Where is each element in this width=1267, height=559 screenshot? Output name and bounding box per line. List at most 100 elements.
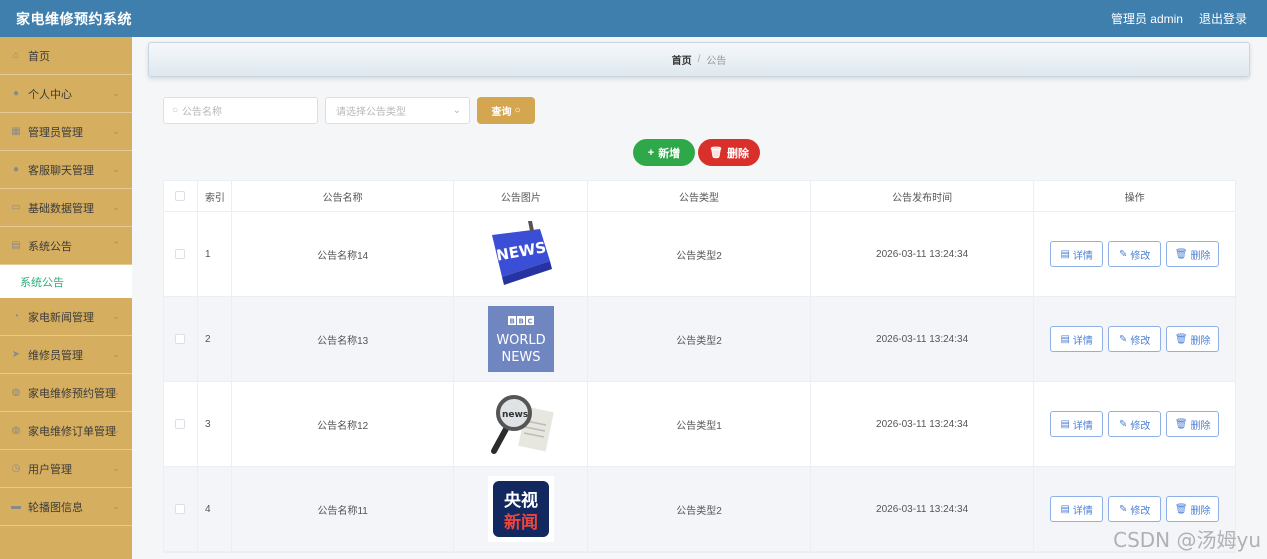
detail-button[interactable]: ▤ 详情 (1050, 241, 1104, 267)
sidebar-item-basedata[interactable]: ▭ 基础数据管理 ⌄ (0, 189, 132, 227)
trash-icon: 🗑 (1174, 333, 1188, 345)
sidebar-item-appointment[interactable]: ◍ 家电维修预约管理 ⌄ (0, 374, 132, 412)
row-name: 公告名称13 (232, 297, 455, 381)
top-right-nav: 管理员 admin 退出登录 (1111, 10, 1247, 27)
sidebar-item-order[interactable]: ◍ 家电维修订单管理 ⌄ (0, 412, 132, 450)
sidebar-item-notice[interactable]: ▤ 系统公告 ⌃ (0, 227, 132, 265)
detail-button[interactable]: ▤ 详情 (1050, 326, 1104, 352)
row-name: 公告名称11 (232, 467, 455, 551)
notice-name-input[interactable]: ○ 公告名称 (163, 97, 318, 124)
bbc-world-news-image: B B C WORLD NEWS (487, 306, 554, 372)
chevron-down-icon: ⌄ (112, 88, 120, 98)
sidebar-item-admin[interactable]: ▦ 管理员管理 ⌄ (0, 113, 132, 151)
delete-label: 删除 (1190, 505, 1211, 517)
header-image: 公告图片 (454, 181, 589, 211)
logout-link[interactable]: 退出登录 (1199, 10, 1247, 27)
detail-button[interactable]: ▤ 详情 (1050, 496, 1104, 522)
svg-text:C: C (527, 318, 532, 326)
admin-user-link[interactable]: 管理员 admin (1111, 10, 1183, 27)
row-time: 2026-03-11 13:24:34 (811, 297, 1035, 381)
trash-icon: 🗑 (1174, 503, 1188, 515)
row-checkbox[interactable] (175, 249, 186, 259)
magnifier-news-image: news (487, 391, 554, 457)
row-checkbox-cell (164, 382, 198, 466)
chevron-down-icon: ⌄ (112, 311, 120, 321)
repairman-icon: ➤ (11, 349, 21, 360)
pencil-icon: ✎ (1118, 503, 1128, 515)
notice-name-placeholder: 公告名称 (182, 107, 223, 118)
search-bar: ○ 公告名称 请选择公告类型 ⌄ 查询 ○ (163, 97, 535, 124)
cctv-news-image: 央视 新闻 (487, 476, 554, 542)
chevron-down-icon: ⌄ (112, 164, 120, 174)
table-row: 1 公告名称14 NEWS 公告类型2 2026-03-11 13:24:34 … (164, 212, 1235, 297)
row-type: 公告类型2 (588, 297, 811, 381)
header-name: 公告名称 (232, 181, 455, 211)
sidebar-item-label: 首页 (28, 50, 50, 63)
svg-text:B: B (509, 318, 514, 326)
chevron-down-icon: ⌄ (112, 349, 120, 359)
sidebar-item-carousel[interactable]: ▬ 轮播图信息 ⌄ (0, 488, 132, 526)
table-row: 3 公告名称12 news 公告类型1 2026-03-11 13:24:34 … (164, 382, 1235, 467)
chevron-down-icon: ⌄ (112, 463, 120, 473)
row-image-cell: B B C WORLD NEWS (454, 297, 589, 381)
row-ops: ▤ 详情 ✎ 修改 🗑 删除 (1034, 297, 1235, 381)
delete-button[interactable]: 🗑 删除 (1166, 496, 1220, 522)
trash-icon: 🗑 (1174, 248, 1188, 260)
detail-label: 详情 (1072, 420, 1093, 432)
chevron-down-icon: ⌄ (112, 425, 120, 435)
batch-delete-button[interactable]: 🗑 删除 (698, 139, 760, 166)
edit-button[interactable]: ✎ 修改 (1108, 411, 1162, 437)
action-bar: + 新增 🗑 删除 (633, 139, 760, 166)
header-index: 索引 (198, 181, 232, 211)
breadcrumb: 首页 / 公告 (148, 42, 1250, 77)
add-label: 新增 (658, 147, 681, 160)
sidebar-item-users[interactable]: ◷ 用户管理 ⌄ (0, 450, 132, 488)
notice-table: 索引 公告名称 公告图片 公告类型 公告发布时间 操作 1 公告名称14 NEW… (163, 180, 1236, 553)
sidebar-item-news[interactable]: ◔ 家电新闻管理 ⌄ (0, 298, 132, 336)
row-checkbox-cell (164, 467, 198, 551)
query-button[interactable]: 查询 ○ (477, 97, 535, 124)
row-image-cell: news (454, 382, 589, 466)
document-icon: ▤ (1060, 503, 1070, 515)
edit-button[interactable]: ✎ 修改 (1108, 241, 1162, 267)
sidebar-item-chat[interactable]: ● 客服聊天管理 ⌄ (0, 151, 132, 189)
edit-button[interactable]: ✎ 修改 (1108, 496, 1162, 522)
data-icon: ▭ (11, 202, 21, 213)
row-checkbox[interactable] (175, 419, 186, 429)
row-checkbox-cell (164, 212, 198, 296)
detail-button[interactable]: ▤ 详情 (1050, 411, 1104, 437)
sidebar-item-home[interactable]: ⌂ 首页 (0, 37, 132, 75)
sidebar-item-label: 系统公告 (28, 240, 72, 253)
delete-button[interactable]: 🗑 删除 (1166, 241, 1220, 267)
pencil-icon: ✎ (1118, 418, 1128, 430)
table-row: 4 公告名称11 央视 新闻 公告类型2 2026-03-11 13:24:34… (164, 467, 1235, 552)
sidebar-item-profile[interactable]: ● 个人中心 ⌄ (0, 75, 132, 113)
search-icon: ○ (172, 105, 179, 116)
delete-button[interactable]: 🗑 删除 (1166, 326, 1220, 352)
row-index: 2 (198, 297, 232, 381)
sidebar-item-label: 家电新闻管理 (28, 311, 94, 324)
row-checkbox[interactable] (175, 504, 186, 514)
select-all-checkbox[interactable] (175, 191, 186, 201)
delete-button[interactable]: 🗑 删除 (1166, 411, 1220, 437)
query-label: 查询 (491, 107, 512, 118)
row-checkbox-cell (164, 297, 198, 381)
sidebar-item-label: 家电维修预约管理 (28, 387, 116, 400)
breadcrumb-home[interactable]: 首页 (672, 52, 692, 67)
sidebar-subitem-notice[interactable]: 系统公告 (0, 265, 132, 298)
notice-type-select[interactable]: 请选择公告类型 ⌄ (325, 97, 470, 124)
add-button[interactable]: + 新增 (633, 139, 695, 166)
chevron-up-icon: ⌃ (112, 240, 120, 250)
chevron-down-icon: ⌄ (112, 501, 120, 511)
detail-label: 详情 (1072, 250, 1093, 262)
delete-label: 删除 (1190, 250, 1211, 262)
edit-button[interactable]: ✎ 修改 (1108, 326, 1162, 352)
chat-icon: ● (12, 164, 20, 175)
delete-label: 删除 (1190, 335, 1211, 347)
breadcrumb-separator: / (697, 54, 701, 65)
chevron-down-icon: ⌄ (112, 387, 120, 397)
edit-label: 修改 (1130, 335, 1151, 347)
svg-text:WORLD: WORLD (496, 333, 545, 348)
row-checkbox[interactable] (175, 334, 186, 344)
sidebar-item-repairman[interactable]: ➤ 维修员管理 ⌄ (0, 336, 132, 374)
